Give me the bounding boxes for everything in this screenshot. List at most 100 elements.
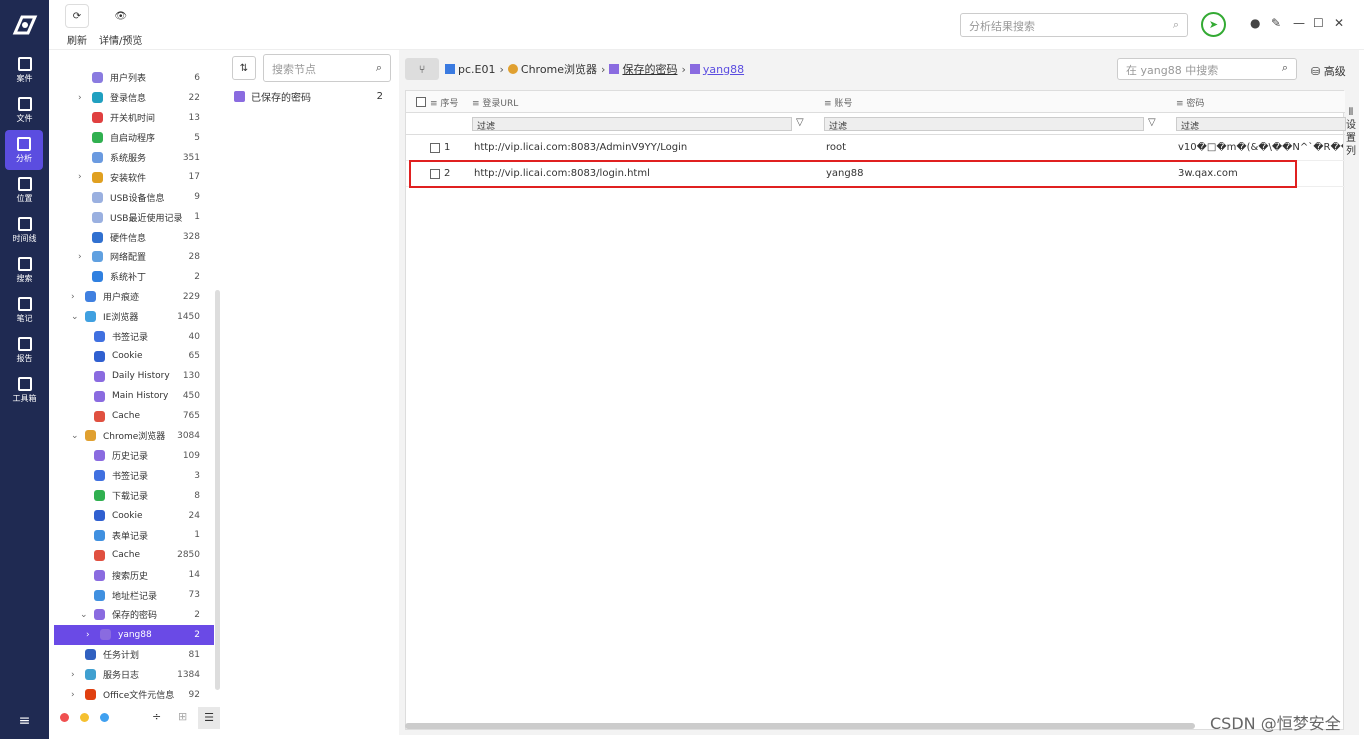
tree-item[interactable]: › 用户痕迹 229 (54, 287, 214, 307)
rail-item-8[interactable]: 工具箱 (0, 370, 49, 410)
breadcrumb-saved-passwords[interactable]: 保存的密码 (622, 61, 677, 77)
tree-item[interactable]: 自启动程序 5 (54, 128, 214, 148)
rail-item-7[interactable]: 报告 (0, 330, 49, 370)
set-columns-button[interactable]: ⦀ 设置列 (1343, 106, 1359, 158)
maximize-icon[interactable]: ☐ (1313, 16, 1324, 30)
password-filter-input[interactable]: 过滤 (1176, 117, 1346, 132)
rail-item-2[interactable]: 分析 (5, 130, 43, 170)
chevron-right-icon[interactable]: › (71, 292, 75, 302)
tree-node-icon (94, 549, 105, 561)
advanced-search-button[interactable]: ⛁ 高级 (1311, 63, 1346, 79)
rail-item-1[interactable]: 文件 (0, 90, 49, 130)
tree-node-icon (85, 689, 96, 701)
table-row[interactable]: 1 http://vip.licai.com:8083/AdminV9YY/Lo… (406, 135, 1345, 161)
chevron-right-icon[interactable]: › (71, 670, 75, 680)
filter-icon[interactable]: ▽ (796, 117, 804, 128)
rail-item-3[interactable]: 位置 (0, 170, 49, 210)
saved-password-node[interactable]: 已保存的密码 2 (234, 88, 389, 104)
tree-item[interactable]: 开关机时间 13 (54, 108, 214, 128)
tree-item[interactable]: ⌄ 保存的密码 2 (54, 605, 214, 625)
analysis-search-input[interactable]: 分析结果搜索 ⌕ (960, 13, 1188, 37)
tree-item[interactable]: Cookie 65 (54, 346, 214, 366)
pin-icon[interactable]: ✎ (1271, 16, 1281, 30)
details-preview-button[interactable]: 👁 详情/预览 (99, 4, 142, 48)
tree-item[interactable]: 系统补丁 2 (54, 267, 214, 287)
chevron-right-icon[interactable]: › (78, 93, 82, 103)
chevron-down-icon[interactable]: ⌄ (71, 312, 79, 322)
tree-item[interactable]: 硬件信息 328 (54, 227, 214, 247)
user-icon[interactable]: ● (1250, 16, 1260, 30)
menu-icon[interactable]: ≡ (0, 713, 49, 729)
tree-scrollbar[interactable] (215, 290, 220, 690)
chevron-right-icon[interactable]: › (86, 630, 90, 640)
chevron-down-icon[interactable]: ⌄ (80, 610, 88, 620)
tree-item[interactable]: 书签记录 40 (54, 327, 214, 347)
column-header-password[interactable]: ≡ 密码 (1176, 96, 1204, 109)
tree-item[interactable]: 搜索历史 14 (54, 565, 214, 585)
tree-item[interactable]: 历史记录 109 (54, 446, 214, 466)
close-icon[interactable]: ✕ (1334, 16, 1344, 30)
analysis-icon (17, 136, 31, 151)
rail-item-5[interactable]: 搜索 (0, 250, 49, 290)
minimize-icon[interactable]: — (1293, 16, 1305, 30)
rail-item-label: 案件 (16, 73, 33, 83)
sort-icon[interactable]: ⇅ (232, 56, 256, 80)
tree-item[interactable]: › 网络配置 28 (54, 247, 214, 267)
breadcrumb-yang88[interactable]: yang88 (703, 63, 744, 76)
tree-item[interactable]: › 安装软件 17 (54, 167, 214, 187)
tree-item[interactable]: Daily History 130 (54, 366, 214, 386)
branch-icon[interactable]: ⑂ (405, 58, 439, 80)
column-header-url[interactable]: ≡ 登录URL (472, 96, 518, 109)
search-icon[interactable]: ⌕ (1173, 18, 1179, 32)
top-toolbar: ⟳ 刷新 👁 详情/预览 分析结果搜索 ⌕ ➤ ● ✎ — ☐ ✕ (49, 0, 1364, 50)
chevron-right-icon[interactable]: › (78, 252, 82, 262)
rail-item-4[interactable]: 时间线 (0, 210, 49, 250)
tree-item[interactable]: ⌄ Chrome浏览器 3084 (54, 426, 214, 446)
tree-item[interactable]: 书签记录 3 (54, 466, 214, 486)
tree-item[interactable]: 任务计划 81 (54, 645, 214, 665)
column-header-account[interactable]: ≡ 账号 (824, 96, 852, 109)
account-filter-input[interactable]: 过滤 (824, 117, 1144, 132)
node-content-search-input[interactable]: 在 yang88 中搜索 ⌕ (1117, 58, 1297, 80)
tree-item[interactable]: 地址栏记录 73 (54, 585, 214, 605)
list-view-icon[interactable]: ☰ (198, 707, 220, 729)
tree-node-icon (85, 649, 96, 661)
tree-item[interactable]: › 登录信息 22 (54, 88, 214, 108)
send-icon[interactable]: ➤ (1201, 12, 1226, 37)
breadcrumb-chrome[interactable]: Chrome浏览器 (521, 61, 597, 77)
chevron-right-icon[interactable]: › (78, 172, 82, 182)
tree-item-count: 229 (182, 291, 200, 302)
column-header-seq[interactable]: ≡ 序号 (430, 96, 458, 109)
select-all-checkbox[interactable] (416, 97, 426, 107)
search-icon[interactable]: ⌕ (1282, 61, 1288, 75)
node-search-input[interactable]: 搜索节点 ⌕ (263, 54, 391, 82)
tree-item[interactable]: 用户列表 6 (54, 68, 214, 88)
tree-node-icon (92, 231, 103, 243)
tree-item[interactable]: Cache 2850 (54, 545, 214, 565)
url-filter-input[interactable]: 过滤 (472, 117, 792, 132)
filter-icon[interactable]: ▽ (1148, 117, 1156, 128)
chevron-right-icon[interactable]: › (71, 690, 75, 700)
chevron-down-icon[interactable]: ⌄ (71, 431, 79, 441)
tree-item[interactable]: › Office文件元信息 92 (54, 685, 214, 705)
rail-item-6[interactable]: 笔记 (0, 290, 49, 330)
rail-item-0[interactable]: 案件 (0, 50, 49, 90)
grid-view-icon[interactable]: ⊞ (178, 710, 187, 723)
tree-item[interactable]: › 服务日志 1384 (54, 665, 214, 685)
collapse-icon[interactable]: ÷ (152, 710, 161, 723)
horizontal-scrollbar[interactable] (405, 723, 1195, 729)
tree-item[interactable]: Main History 450 (54, 386, 214, 406)
search-icon[interactable]: ⌕ (376, 61, 382, 75)
tree-item[interactable]: Cache 765 (54, 406, 214, 426)
breadcrumb-pc[interactable]: pc.E01 (458, 63, 495, 76)
tree-item[interactable]: › yang88 2 (54, 624, 214, 645)
tree-item[interactable]: 表单记录 1 (54, 525, 214, 545)
tree-item[interactable]: USB设备信息 9 (54, 187, 214, 207)
tree-item[interactable]: 系统服务 351 (54, 148, 214, 168)
tree-item[interactable]: Cookie 24 (54, 506, 214, 526)
row-checkbox[interactable] (430, 143, 440, 153)
tree-item[interactable]: ⌄ IE浏览器 1450 (54, 307, 214, 327)
refresh-button[interactable]: ⟳ 刷新 (65, 4, 89, 47)
tree-item[interactable]: USB最近使用记录 1 (54, 207, 214, 227)
tree-item[interactable]: 下载记录 8 (54, 486, 214, 506)
